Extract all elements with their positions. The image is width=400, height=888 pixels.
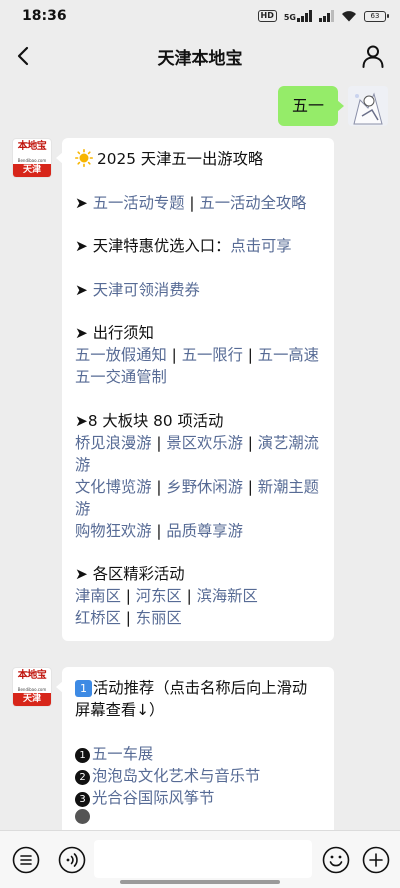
link-district[interactable]: 津南区 [75,587,121,605]
incoming-message-row: 本地宝 Bendibao.com 天津 1 活动推荐（点击名称后向上滑动屏幕查看↓… [12,667,334,830]
number-two-icon: 2 [75,769,90,785]
cellular-signal-icon: 5G [284,10,312,22]
section-heading-travel: 出行须知 [92,324,154,342]
wifi-icon [342,11,356,22]
outgoing-message-text: 五一 [291,96,324,115]
hd-badge: HD [257,10,277,22]
bot-avatar[interactable]: 本地宝 Bendibao.com 天津 [12,138,52,178]
battery-icon: 63 [364,10,389,22]
link-activity-item[interactable]: 景区欢乐游 [166,434,243,452]
user-avatar[interactable] [348,86,388,126]
page-title: 天津本地宝 [157,48,243,69]
link-traffic-control[interactable]: 五一交通管制 [75,368,167,386]
avatar-city: 天津 [13,693,51,706]
link-activity-topic[interactable]: 五一活动专题 [93,194,185,212]
link-district[interactable]: 东丽区 [136,609,182,627]
arrow-bullet: ➤ [75,237,88,255]
battery-level: 63 [370,11,380,20]
sun-icon [75,149,93,167]
status-time: 18:36 [22,8,67,24]
link-activity-item[interactable]: 文化博览游 [75,478,152,496]
incoming-message-row: 本地宝 Bendibao.com 天津 2025 天津五一出游攻略 ➤ 五一活动… [12,138,334,641]
link-highway[interactable]: 五一高速 [258,346,319,364]
separator: | [184,193,200,212]
status-bar: 18:36 HD 5G 63 [0,0,400,32]
link-activity-item[interactable]: 品质尊享游 [166,522,243,540]
keycap-one-icon: 1 [75,680,92,697]
link-recommend-item[interactable]: 泡泡岛文化艺术与音乐节 [92,767,260,785]
number-four-icon [75,808,90,824]
section-heading-activities: 8 大板块 80 项活动 [87,411,224,430]
arrow-bullet: ➤ [75,411,88,430]
link-district[interactable]: 河东区 [136,587,182,605]
link-recommend-item[interactable]: 光合谷国际风筝节 [92,789,214,807]
incoming-message-bubble: 1 活动推荐（点击名称后向上滑动屏幕查看↓） 1 五一车展 2 泡泡岛文化艺术与音乐节… [56,667,334,830]
cellular-signal-2-icon [319,10,334,22]
link-activity-item[interactable]: 购物狂欢游 [75,522,152,540]
nav-bar: 天津本地宝 [0,32,400,80]
arrow-bullet: ➤ [75,565,88,583]
list-menu-icon[interactable] [12,846,40,874]
link-click-to-enjoy[interactable]: 点击可享 [230,237,291,255]
message-input[interactable] [94,840,312,878]
home-indicator[interactable] [120,880,280,884]
number-one-icon: 1 [75,747,90,763]
arrow-bullet: ➤ [75,193,88,212]
link-activity-item[interactable]: 乡野休闲游 [166,478,243,496]
avatar-logo-text: 本地宝 [17,670,47,681]
recommend-header: 活动推荐（点击名称后向上滑动屏幕查看↓） [75,679,308,719]
chevron-left-icon[interactable] [12,44,36,68]
chat-area[interactable]: 五一 本地宝 Bendibao.com 天津 2025 天津五一出游攻略 ➤ 五… [0,80,400,830]
avatar-logo-text: 本地宝 [17,141,47,152]
link-district[interactable]: 红桥区 [75,609,121,627]
link-activity-item[interactable]: 桥见浪漫游 [75,434,152,452]
link-holiday-notice[interactable]: 五一放假通知 [75,346,167,364]
link-district[interactable]: 滨海新区 [197,587,258,605]
user-profile-icon[interactable] [360,43,386,69]
outgoing-message-bubble[interactable]: 五一 [277,86,345,126]
add-icon[interactable] [362,846,390,874]
link-activity-guide[interactable]: 五一活动全攻略 [199,194,306,212]
outgoing-message-row: 五一 [277,86,388,126]
link-recommend-item[interactable]: 五一车展 [92,745,153,763]
bot-avatar[interactable]: 本地宝 Bendibao.com 天津 [12,667,52,707]
arrow-bullet: ➤ [75,324,88,342]
arrow-bullet: ➤ [75,280,88,299]
incoming-message-bubble: 2025 天津五一出游攻略 ➤ 五一活动专题 | 五一活动全攻略 ➤ 天津特惠优… [56,138,334,641]
link-consumer-coupons[interactable]: 天津可领消费券 [93,281,200,299]
special-offer-label: 天津特惠优选入口： [92,237,231,255]
voice-icon[interactable] [58,846,86,874]
section-heading-districts: 各区精彩活动 [92,565,185,583]
network-type: 5G [283,13,296,22]
message-title: 2025 天津五一出游攻略 [97,150,264,168]
avatar-city: 天津 [13,164,51,177]
status-icons: HD 5G 63 [257,10,389,22]
link-traffic-restriction[interactable]: 五一限行 [182,346,243,364]
number-three-icon: 3 [75,791,90,807]
emoji-icon[interactable] [322,846,350,874]
